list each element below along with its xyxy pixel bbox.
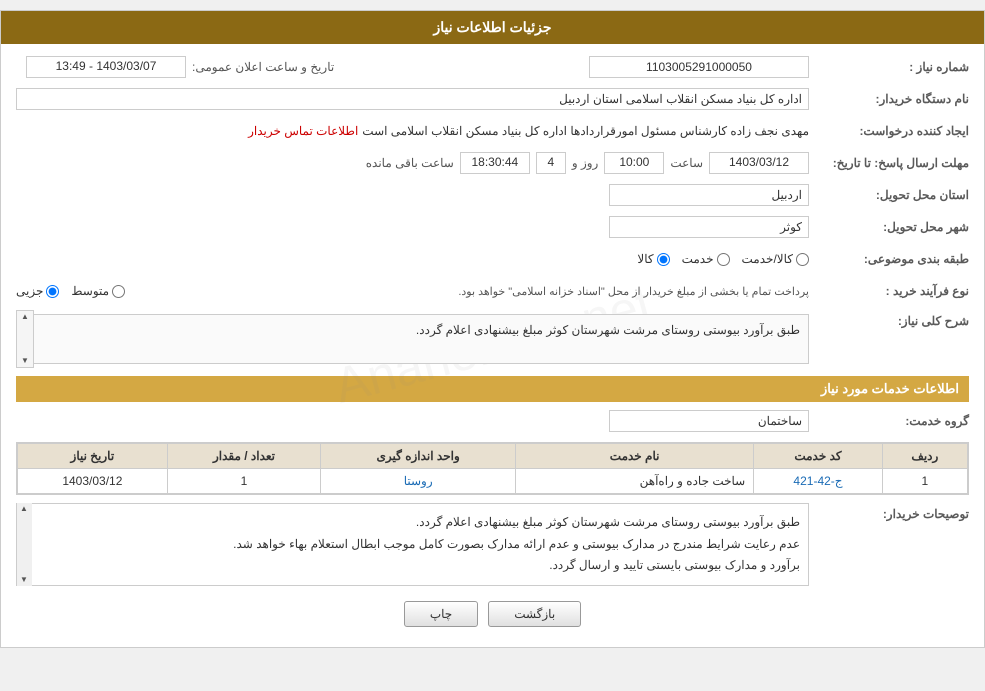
process-row: نوع فرآیند خرید : پرداخت تمام یا بخشی از…	[16, 278, 969, 304]
process-radio-group: پرداخت تمام یا بخشی از مبلغ خریدار از مح…	[16, 284, 809, 298]
process-motavaset-radio[interactable]	[112, 285, 125, 298]
city-row: شهر محل تحویل: کوثر	[16, 214, 969, 240]
category-khedmat: خدمت	[682, 252, 730, 266]
city-label: شهر محل تحویل:	[809, 220, 969, 234]
creator-contact-link[interactable]: اطلاعات تماس خریدار	[248, 124, 358, 138]
col-qty: تعداد / مقدار	[167, 444, 321, 469]
service-group-label: گروه خدمت:	[809, 414, 969, 428]
category-kala-only-radio[interactable]	[657, 253, 670, 266]
buttons-row: بازگشت چاپ	[16, 601, 969, 627]
process-jozi: جزیی	[16, 284, 59, 298]
cell-service: ساخت جاده و راه‌آهن	[516, 469, 754, 494]
category-kala-label: کالا/خدمت	[742, 252, 793, 266]
deadline-row: مهلت ارسال پاسخ: تا تاریخ: 1403/03/12 سا…	[16, 150, 969, 176]
city-value: کوثر	[609, 216, 809, 238]
process-label: نوع فرآیند خرید :	[809, 284, 969, 298]
description-container: طبق برآورد بیوستی روستای مرشت شهرستان کو…	[16, 310, 809, 368]
page-wrapper: جزئیات اطلاعات نیاز Anahender.net شماره …	[0, 10, 985, 648]
cell-unit: روستا	[321, 469, 516, 494]
category-kala-radio[interactable]	[796, 253, 809, 266]
cell-date: 1403/03/12	[18, 469, 168, 494]
deadline-remaining: 18:30:44	[460, 152, 530, 174]
category-kala: کالا/خدمت	[742, 252, 809, 266]
col-row: ردیف	[882, 444, 967, 469]
province-row: استان محل تحویل: اردبیل	[16, 182, 969, 208]
deadline-time-label: ساعت	[670, 156, 703, 170]
back-button[interactable]: بازگشت	[488, 601, 581, 627]
creator-row: ایجاد کننده درخواست: مهدی نجف زاده کارشن…	[16, 118, 969, 144]
services-section-header: اطلاعات خدمات مورد نیاز	[16, 376, 969, 402]
process-jozi-label: جزیی	[16, 284, 43, 298]
category-kala-only: کالا	[637, 252, 669, 266]
table-header-row: ردیف کد خدمت نام خدمت واحد اندازه گیری ت…	[18, 444, 968, 469]
need-number-row: شماره نیاز : 1103005291000050 تاریخ و سا…	[16, 54, 969, 80]
notes-scrollbar: ▲ ▼	[16, 503, 32, 586]
notes-scroll-up[interactable]: ▲	[16, 503, 32, 515]
need-number-value: 1103005291000050	[589, 56, 809, 78]
deadline-inline: 1403/03/12 ساعت 10:00 روز و 4 18:30:44 س…	[16, 152, 809, 174]
service-group-row: گروه خدمت: ساختمان	[16, 408, 969, 434]
category-kala-only-label: کالا	[637, 252, 653, 266]
buyer-notes-label: توصیحات خریدار:	[809, 503, 969, 521]
creator-label: ایجاد کننده درخواست:	[809, 124, 969, 138]
category-khedmat-label: خدمت	[682, 252, 714, 266]
notes-line: طبق برآورد بیوستی روستای مرشت شهرستان کو…	[37, 512, 800, 534]
need-number-label: شماره نیاز :	[809, 60, 969, 74]
deadline-date: 1403/03/12	[709, 152, 809, 174]
process-motavaset: متوسط	[71, 284, 125, 298]
page-title: جزئیات اطلاعات نیاز	[433, 19, 551, 35]
category-row: طبقه بندی موضوعی: کالا/خدمت خدمت کالا	[16, 246, 969, 272]
scroll-down-arrow[interactable]: ▼	[17, 355, 33, 367]
description-label: شرح کلی نیاز:	[809, 310, 969, 328]
cell-row: 1	[882, 469, 967, 494]
province-value: اردبیل	[609, 184, 809, 206]
process-note: پرداخت تمام یا بخشی از مبلغ خریدار از مح…	[458, 286, 809, 298]
buyer-org-row: نام دستگاه خریدار: اداره کل بنیاد مسکن ا…	[16, 86, 969, 112]
deadline-days: 4	[536, 152, 566, 174]
deadline-remaining-label: ساعت باقی مانده	[366, 156, 454, 170]
content: Anahender.net شماره نیاز : 1103005291000…	[1, 44, 984, 647]
scroll-up-arrow[interactable]: ▲	[17, 311, 33, 323]
table-row: 1 ج-42-421 ساخت جاده و راه‌آهن روستا 1 1…	[18, 469, 968, 494]
category-radio-group: کالا/خدمت خدمت کالا	[16, 252, 809, 266]
description-scrollbar: ▲ ▼	[16, 310, 34, 368]
province-label: استان محل تحویل:	[809, 188, 969, 202]
cell-code: ج-42-421	[754, 469, 882, 494]
cell-qty: 1	[167, 469, 321, 494]
category-khedmat-radio[interactable]	[717, 253, 730, 266]
notes-line: برآورد و مدارک بیوستی بایستی تایید و ارس…	[37, 555, 800, 577]
col-date: تاریخ نیاز	[18, 444, 168, 469]
process-motavaset-label: متوسط	[71, 284, 109, 298]
services-table: ردیف کد خدمت نام خدمت واحد اندازه گیری ت…	[17, 443, 968, 494]
col-unit: واحد اندازه گیری	[321, 444, 516, 469]
notes-scroll-down[interactable]: ▼	[16, 574, 32, 586]
creator-name: مهدی نجف زاده کارشناس مسئول امورقرارداده…	[362, 124, 809, 138]
buyer-org-label: نام دستگاه خریدار:	[809, 92, 969, 106]
services-table-container: ردیف کد خدمت نام خدمت واحد اندازه گیری ت…	[16, 442, 969, 495]
description-text: طبق برآورد بیوستی روستای مرشت شهرستان کو…	[34, 314, 809, 364]
pub-date-label: تاریخ و ساعت اعلان عمومی:	[192, 60, 334, 74]
col-code: کد خدمت	[754, 444, 882, 469]
deadline-label: مهلت ارسال پاسخ: تا تاریخ:	[809, 156, 969, 170]
process-jozi-radio[interactable]	[46, 285, 59, 298]
pub-date-value: 1403/03/07 - 13:49	[26, 56, 186, 78]
page-header: جزئیات اطلاعات نیاز	[1, 11, 984, 44]
description-row: شرح کلی نیاز: طبق برآورد بیوستی روستای م…	[16, 310, 969, 368]
col-service: نام خدمت	[516, 444, 754, 469]
print-button[interactable]: چاپ	[404, 601, 478, 627]
deadline-time: 10:00	[604, 152, 664, 174]
buyer-notes-container: طبق برآورد بیوستی روستای مرشت شهرستان کو…	[16, 503, 809, 586]
buyer-notes-text: طبق برآورد بیوستی روستای مرشت شهرستان کو…	[16, 503, 809, 586]
notes-line: عدم رعایت شرایط مندرج در مدارک بیوستی و …	[37, 534, 800, 556]
service-group-value: ساختمان	[609, 410, 809, 432]
buyer-org-value: اداره کل بنیاد مسکن انقلاب اسلامی استان …	[16, 88, 809, 110]
category-label: طبقه بندی موضوعی:	[809, 252, 969, 266]
deadline-day-label: روز و	[572, 156, 599, 170]
buyer-notes-row: توصیحات خریدار: طبق برآورد بیوستی روستای…	[16, 503, 969, 586]
